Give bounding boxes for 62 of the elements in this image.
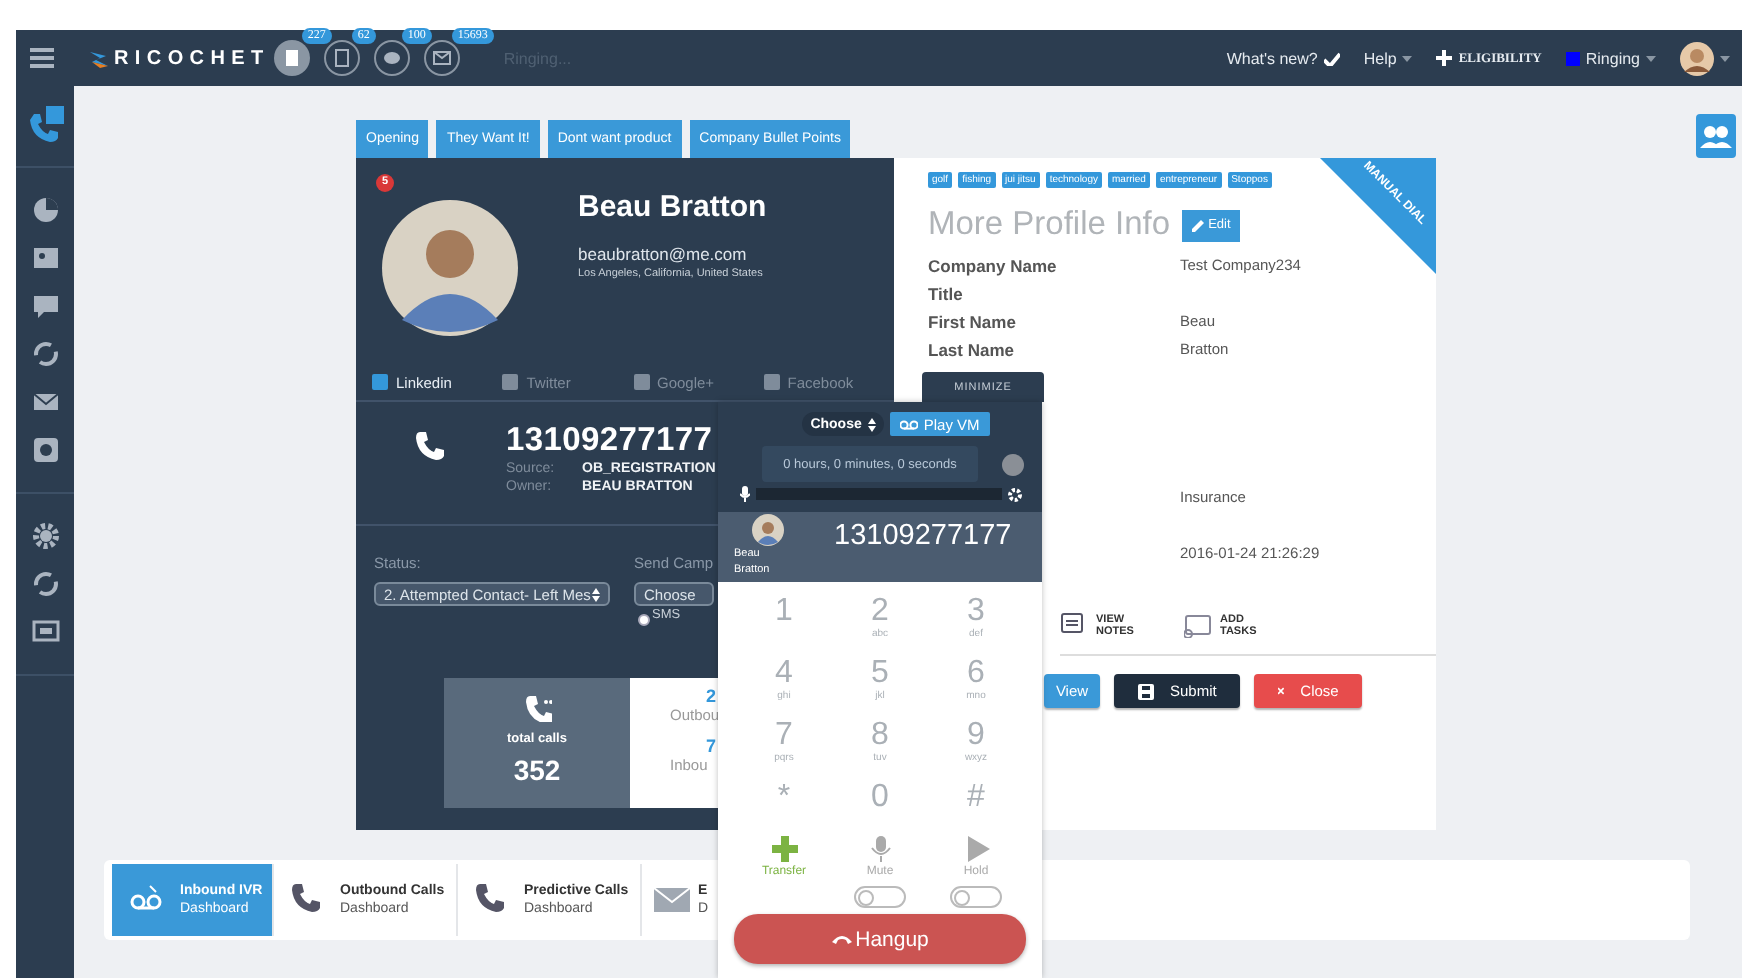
google-plus-icon (633, 374, 649, 390)
phone-icon (414, 430, 446, 462)
phone-icon[interactable] (27, 106, 63, 142)
facebook-icon (763, 374, 780, 390)
total-calls-count: 352 (513, 754, 561, 786)
phone-number: 13109277177 (506, 422, 715, 460)
contact-avatar-icon (382, 200, 518, 336)
hangup-button[interactable]: Hangup (734, 914, 1026, 964)
caret-icon (1402, 55, 1413, 61)
contact-email: beaubratton@me.com (578, 244, 749, 264)
dialed-number: 13109277177 (834, 520, 1012, 552)
caller-avatar-icon (752, 514, 784, 546)
plus-icon (771, 836, 797, 862)
contact-name: Beau Bratton (578, 190, 767, 224)
toggle-switch[interactable] (854, 886, 906, 908)
envelope-icon[interactable] (423, 40, 460, 76)
status-dot (1002, 453, 1024, 475)
nav-link[interactable]: What's new? (1226, 49, 1340, 67)
field-label: Company Name (928, 256, 1059, 278)
menu-icon[interactable] (30, 48, 54, 68)
phone-icon (290, 882, 326, 918)
phone-icon (831, 934, 852, 944)
toggle-switch[interactable] (950, 886, 1002, 908)
field-label: First Name (928, 312, 1018, 334)
keypad-key[interactable]: 1 (736, 594, 832, 650)
inbound-count: 7 (706, 736, 717, 756)
notes-icon[interactable] (1060, 612, 1088, 638)
phone-icon (474, 882, 510, 918)
app-logo: RICOCHET (114, 47, 270, 69)
keypad-key[interactable]: 0 (832, 780, 928, 836)
arrow-logo-icon (90, 48, 110, 68)
voicemail-icon (899, 419, 918, 429)
envelope-icon (654, 882, 690, 918)
caret-icon (1720, 55, 1730, 61)
pencil-icon (1192, 219, 1205, 231)
group-icon[interactable] (1696, 114, 1736, 158)
updown-icon (592, 587, 600, 601)
twitter-icon (502, 374, 519, 390)
linkedin-icon (372, 374, 388, 390)
microphone-icon (867, 836, 893, 862)
close-icon (1278, 684, 1285, 698)
document-icon[interactable] (273, 40, 310, 76)
field-label: Last Name (928, 340, 1016, 362)
nav-link[interactable]: Ringing (1565, 49, 1656, 67)
check-icon (1323, 51, 1340, 65)
chat-icon[interactable] (373, 40, 410, 76)
outbound-count: 2 (706, 686, 717, 706)
field-label: Title (928, 284, 965, 306)
keypad-key[interactable]: # (928, 780, 1024, 836)
user-menu[interactable] (1680, 41, 1730, 75)
updown-icon (867, 417, 876, 431)
section-title: More Profile Info (928, 206, 1171, 244)
nav-link[interactable]: Help (1363, 49, 1413, 67)
save-icon (1138, 683, 1154, 699)
phone-icon (523, 694, 551, 722)
radio-button[interactable] (638, 613, 650, 625)
microphone-icon (740, 486, 750, 502)
keypad-key[interactable]: * (736, 780, 832, 836)
avatar-icon (1680, 41, 1714, 75)
plus-icon (1436, 50, 1453, 66)
document-icon[interactable] (323, 40, 360, 76)
caret-icon (1646, 55, 1656, 61)
